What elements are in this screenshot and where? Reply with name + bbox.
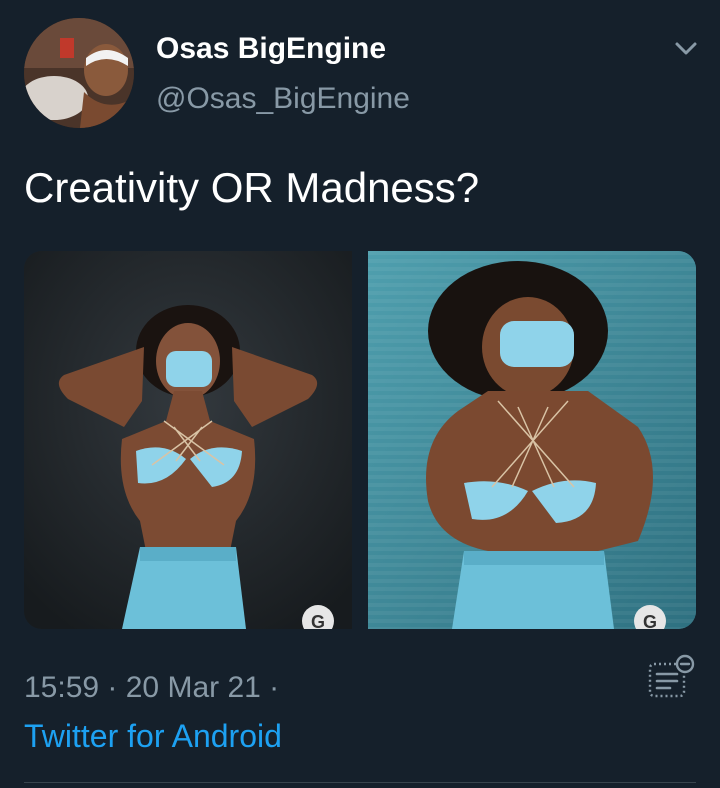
tweet-media: G G: [24, 251, 696, 629]
media-photo-1[interactable]: G: [24, 251, 352, 629]
author-handle[interactable]: @Osas_BigEngine: [156, 80, 410, 118]
tweet-text: Creativity OR Madness?: [24, 164, 480, 211]
profile-photo-icon: [24, 18, 134, 128]
chevron-down-icon[interactable]: [668, 34, 704, 64]
tweet-activity-icon[interactable]: [642, 654, 698, 702]
watermark-logo: G: [311, 612, 325, 629]
divider: [24, 782, 696, 783]
author-display-name[interactable]: Osas BigEngine: [156, 30, 386, 68]
avatar[interactable]: [24, 18, 134, 128]
tweet-time: 15:59: [24, 671, 100, 704]
tweet: Osas BigEngine @Osas_BigEngine Creativit…: [0, 0, 720, 788]
tweet-source-link[interactable]: Twitter for Android: [24, 716, 282, 756]
media-photo-2[interactable]: G: [368, 251, 696, 629]
tweet-timestamp: 15:59 · 20 Mar 21 ·: [24, 671, 280, 704]
tweet-date: 20 Mar 21: [125, 671, 261, 704]
watermark-logo: G: [643, 612, 657, 629]
